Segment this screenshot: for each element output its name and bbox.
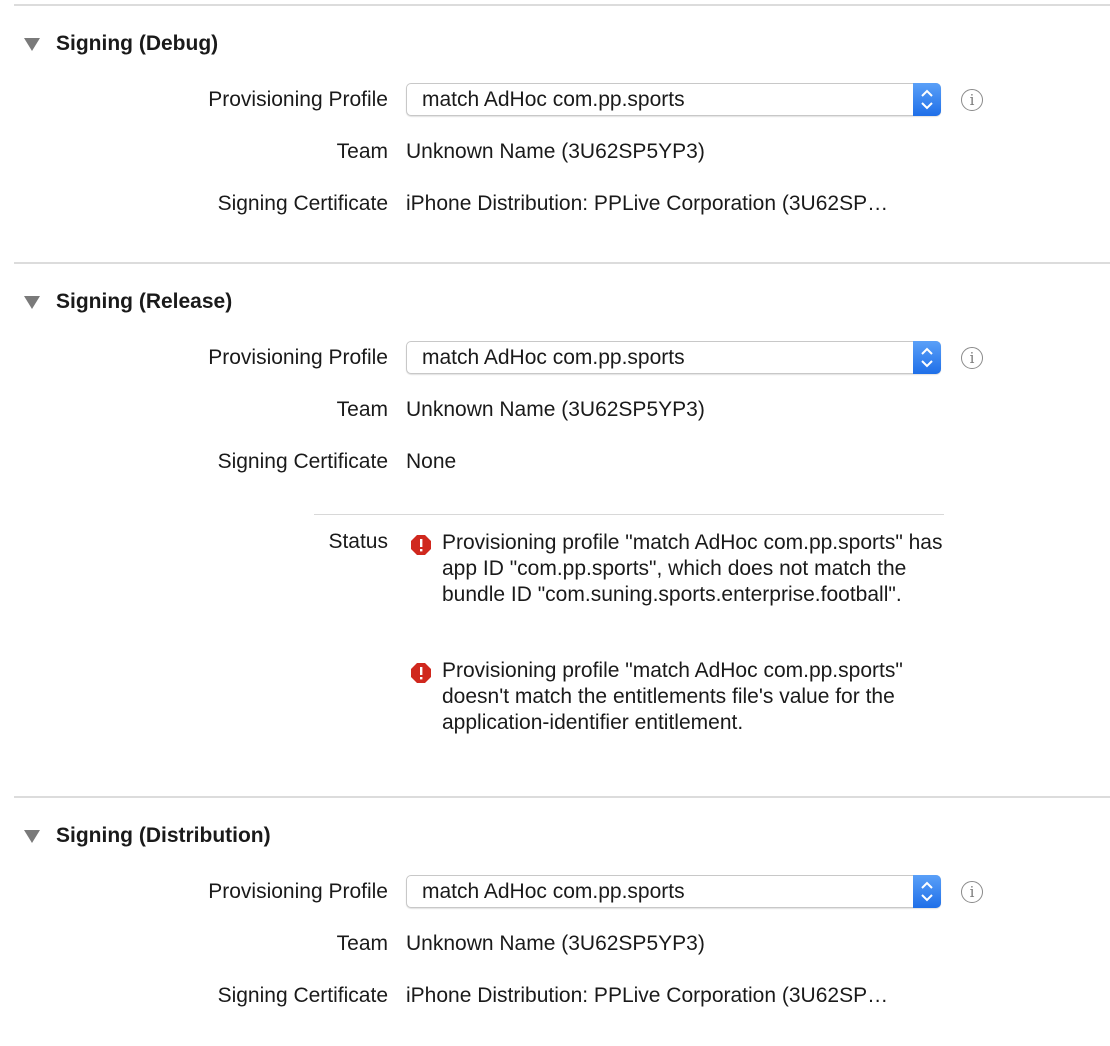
signing-certificate-value: None: [406, 450, 457, 473]
signing-certificate-label: Signing Certificate: [217, 984, 388, 1007]
status-divider: [314, 514, 944, 515]
error-icon: [410, 534, 432, 556]
section-header-release[interactable]: Signing (Release): [24, 287, 232, 317]
provisioning-profile-popup[interactable]: match AdHoc com.pp.sports: [406, 341, 941, 374]
section-header-distribution[interactable]: Signing (Distribution): [24, 821, 271, 851]
info-icon[interactable]: i: [961, 89, 983, 111]
provisioning-profile-popup[interactable]: match AdHoc com.pp.sports: [406, 875, 941, 908]
info-icon[interactable]: i: [961, 347, 983, 369]
status-message: Provisioning profile "match AdHoc com.pp…: [442, 531, 943, 606]
disclosure-triangle-icon[interactable]: [24, 37, 40, 51]
section-divider: [14, 796, 1110, 798]
team-label: Team: [336, 140, 388, 163]
section-title: Signing (Distribution): [56, 824, 271, 847]
disclosure-triangle-icon[interactable]: [24, 829, 40, 843]
signing-certificate-value: iPhone Distribution: PPLive Corporation …: [406, 984, 889, 1007]
section-title: Signing (Release): [56, 290, 233, 313]
team-label: Team: [336, 398, 388, 421]
signing-certificate-label: Signing Certificate: [217, 192, 388, 215]
popup-value: match AdHoc com.pp.sports: [422, 880, 685, 903]
provisioning-profile-label: Provisioning Profile: [208, 88, 388, 111]
provisioning-profile-label: Provisioning Profile: [208, 346, 388, 369]
disclosure-triangle-icon[interactable]: [24, 295, 40, 309]
chevron-updown-icon: [913, 875, 941, 908]
section-title: Signing (Debug): [56, 32, 219, 55]
signing-certificate-value: iPhone Distribution: PPLive Corporation …: [406, 192, 889, 215]
chevron-updown-icon: [913, 341, 941, 374]
section-divider: [14, 262, 1110, 264]
top-divider: [14, 4, 1110, 6]
info-icon[interactable]: i: [961, 881, 983, 903]
popup-value: match AdHoc com.pp.sports: [422, 88, 685, 111]
team-value: Unknown Name (3U62SP5YP3): [406, 932, 705, 955]
provisioning-profile-label: Provisioning Profile: [208, 880, 388, 903]
team-value: Unknown Name (3U62SP5YP3): [406, 398, 705, 421]
chevron-updown-icon: [913, 83, 941, 116]
team-value: Unknown Name (3U62SP5YP3): [406, 140, 705, 163]
status-message: Provisioning profile "match AdHoc com.pp…: [442, 659, 903, 734]
section-header-debug[interactable]: Signing (Debug): [24, 29, 218, 59]
team-label: Team: [336, 932, 388, 955]
provisioning-profile-popup[interactable]: match AdHoc com.pp.sports: [406, 83, 941, 116]
popup-value: match AdHoc com.pp.sports: [422, 346, 685, 369]
signing-certificate-label: Signing Certificate: [217, 450, 388, 473]
status-label: Status: [328, 530, 388, 553]
error-icon: [410, 662, 432, 684]
